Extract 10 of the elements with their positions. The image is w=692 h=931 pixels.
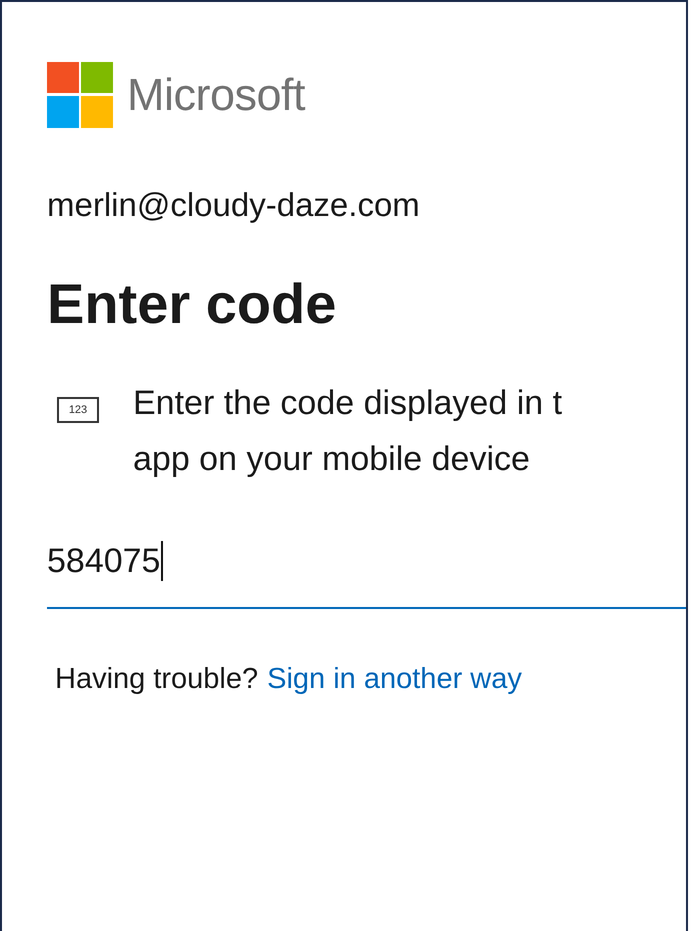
page-title: Enter code [47,271,338,337]
code-input-field[interactable]: 584075 [47,541,686,610]
sign-in-another-way-link[interactable]: Sign in another way [267,663,522,696]
number-code-icon: 123 [57,397,99,424]
windows-squares-logo-icon [47,62,113,128]
help-text: Having trouble? [55,663,258,696]
account-email: merlin@cloudy-daze.com [47,186,421,224]
brand-name: Microsoft [127,69,306,121]
instruction-text: app on your mobile device [133,439,531,480]
instruction-text: Enter the code displayed in t [133,383,562,424]
